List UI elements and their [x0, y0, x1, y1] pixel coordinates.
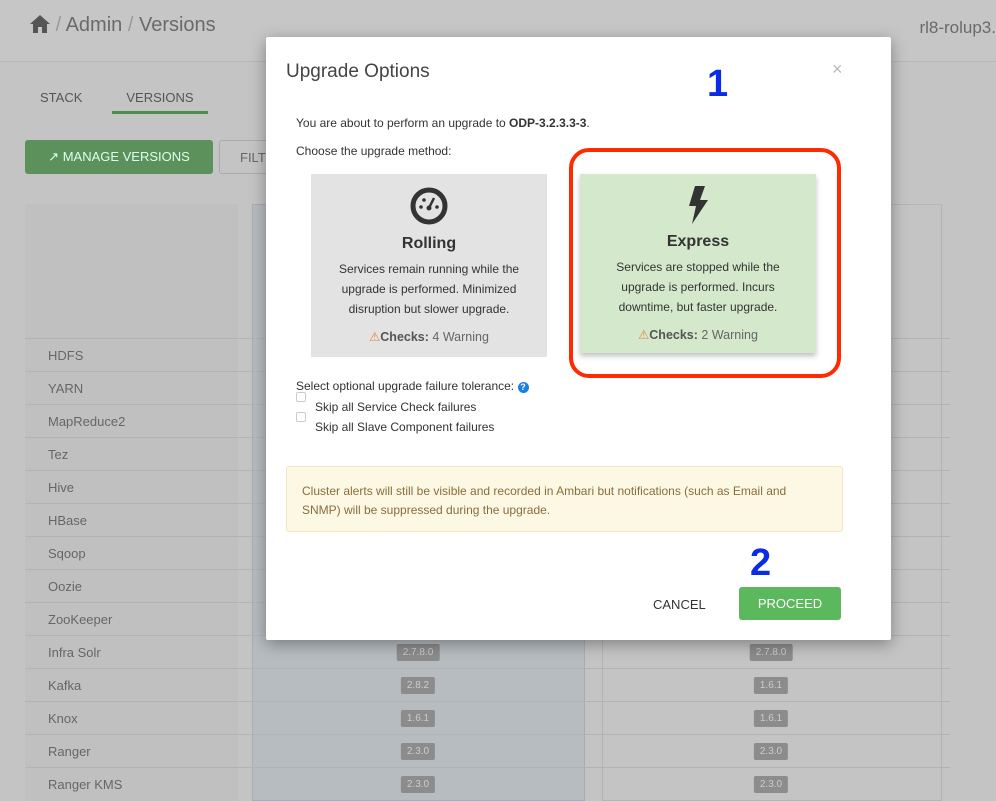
version-badge: 2.7.8.0 [749, 644, 793, 661]
skip-service-checks-label: Skip all Service Check failures [315, 400, 477, 414]
breadcrumb-admin[interactable]: Admin [66, 14, 123, 36]
tabs: STACK VERSIONS [40, 90, 238, 114]
annotation-step-1: 1 [707, 63, 729, 105]
upgrade-options-modal: Upgrade Options × 1 You are about to per… [266, 37, 891, 640]
table-row: Knox 1.6.1 1.6.1 [25, 701, 950, 734]
cancel-button[interactable]: CANCEL [653, 597, 706, 612]
manage-versions-button[interactable]: ↗ MANAGE VERSIONS [25, 140, 213, 174]
help-icon[interactable]: ? [517, 382, 529, 393]
external-link-icon: ↗ [48, 149, 63, 164]
service-name: Kafka [48, 678, 82, 693]
tab-versions[interactable]: VERSIONS [112, 90, 208, 114]
tab-stack[interactable]: STACK [40, 90, 82, 111]
version-badge: 1.6.1 [753, 677, 789, 694]
service-name: HBase [48, 513, 88, 528]
rolling-option[interactable]: Rolling Services remain running while th… [311, 174, 547, 357]
breadcrumb-separator: / [55, 14, 62, 36]
tolerance-label: Select optional upgrade failure toleranc… [296, 379, 529, 393]
skip-slave-failures-checkbox[interactable] [296, 412, 306, 422]
annotation-step-2: 2 [750, 542, 772, 584]
breadcrumb-separator: / [127, 14, 134, 36]
upgrade-intro: You are about to perform an upgrade to O… [296, 116, 590, 130]
tolerance-text: Select optional upgrade failure toleranc… [296, 379, 515, 393]
proceed-button[interactable]: PROCEED [739, 587, 841, 620]
version-badge: 2.7.8.0 [396, 644, 440, 661]
table-row: Ranger 2.3.0 2.3.0 [25, 734, 950, 767]
annotation-highlight [569, 148, 841, 378]
version-badge: 1.6.1 [753, 710, 789, 727]
service-name: Knox [48, 711, 78, 726]
version-badge: 2.3.0 [400, 776, 436, 793]
intro-text: You are about to perform an upgrade to [296, 116, 510, 130]
skip-service-checks-checkbox[interactable] [296, 392, 306, 402]
version-badge: 2.3.0 [753, 776, 789, 793]
table-row: Kafka 2.8.2 1.6.1 [25, 668, 950, 701]
version-badge: 2.3.0 [400, 743, 436, 760]
service-name: Ranger [48, 744, 91, 759]
close-icon[interactable]: × [832, 59, 843, 80]
service-name: ZooKeeper [48, 612, 113, 627]
choose-method-label: Choose the upgrade method: [296, 144, 452, 158]
host-name: rl8-rolup3. [919, 18, 996, 37]
breadcrumb-versions: Versions [138, 14, 216, 36]
breadcrumb: / Admin / Versions [30, 14, 216, 37]
version-badge: 2.3.0 [753, 743, 789, 760]
service-name: YARN [48, 381, 84, 396]
service-name: Sqoop [48, 546, 86, 561]
table-row: Ranger KMS 2.3.0 2.3.0 [25, 767, 950, 800]
skip-slave-failures-label: Skip all Slave Component failures [315, 420, 495, 434]
service-name: Infra Solr [48, 645, 101, 660]
service-name: Hive [48, 480, 75, 495]
intro-suffix: . [586, 116, 590, 130]
warning-icon: ⚠ [369, 330, 381, 344]
checks-label: Checks: [380, 330, 429, 344]
service-name: MapReduce2 [48, 414, 126, 429]
notification-alert: Cluster alerts will still be visible and… [286, 466, 843, 532]
dashboard-icon [311, 186, 547, 231]
service-name: HDFS [48, 348, 84, 363]
home-icon[interactable] [30, 14, 50, 36]
modal-title: Upgrade Options [286, 61, 430, 82]
version-badge: 2.8.2 [400, 677, 436, 694]
rolling-title: Rolling [401, 235, 457, 252]
checks-value: 4 Warning [432, 330, 489, 344]
service-name: Oozie [48, 579, 82, 594]
rolling-description: Services remain running while the upgrad… [338, 262, 520, 316]
service-name: Ranger KMS [48, 777, 123, 792]
service-name: Tez [48, 447, 69, 462]
version-badge: 1.6.1 [400, 710, 436, 727]
rolling-checks[interactable]: ⚠Checks: 4 Warning [311, 329, 547, 344]
target-version: ODP-3.2.3.3-3 [509, 116, 587, 130]
manage-versions-label: MANAGE VERSIONS [62, 149, 190, 164]
